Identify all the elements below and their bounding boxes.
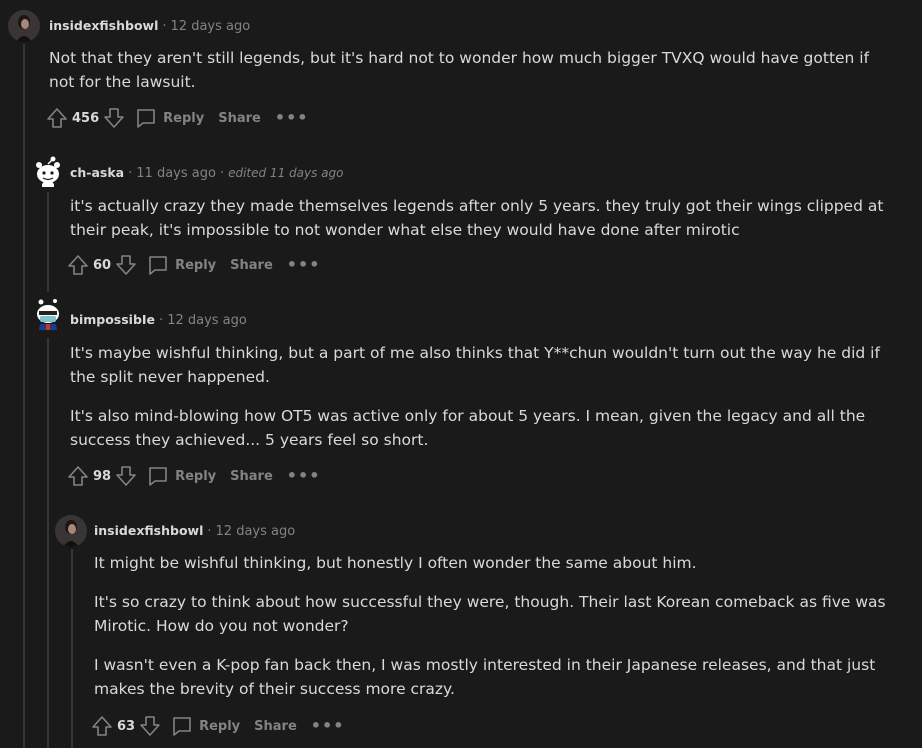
speech-bubble-icon [137,109,155,128]
upvote-icon[interactable] [46,107,68,129]
reply-label: Reply [163,110,205,126]
comment-paragraph: It's so crazy to think about how success… [94,593,886,635]
speech-bubble-icon [173,717,191,736]
separator: · [159,313,164,328]
comment-actions: 98 Reply Share ••• [67,463,320,489]
comment: insidexfishbowl · 12 days ago Not that the… [0,0,922,140]
author-name[interactable]: bimpossibIe [70,312,155,327]
comment-meta: bimpossibIe · 12 days ago [70,311,247,330]
comment-actions: 63 Reply Share ••• [91,713,344,739]
comment-paragraph: I wasn't even a K-pop fan back then, I w… [94,656,876,698]
reply-label: Reply [175,257,217,273]
timestamp[interactable]: 12 days ago [167,313,247,328]
separator: · [162,19,167,34]
avatar[interactable] [31,298,63,330]
avatar[interactable] [55,515,87,547]
author-name[interactable]: ch-aska [70,165,124,180]
share-button[interactable]: Share [230,469,273,484]
more-dots-icon[interactable]: ••• [275,110,309,126]
comment-body: It might be wishful thinking, but honest… [94,551,904,716]
comment-paragraph: Not that they aren't still legends, but … [49,49,870,91]
speech-bubble-icon [149,256,167,275]
edited-label: edited 11 days ago [228,166,344,180]
downvote-icon[interactable] [115,254,137,276]
separator: · [219,166,225,181]
comment-paragraph: It's also mind-blowing how OT5 was activ… [70,407,866,449]
downvote-icon[interactable] [115,465,137,487]
timestamp[interactable]: 11 days ago [136,166,216,181]
avatar[interactable] [8,10,40,42]
vote-score: 98 [93,468,112,484]
comment-actions: 456 Reply Share ••• [46,105,309,131]
downvote-icon[interactable] [139,715,161,737]
share-button[interactable]: Share [230,258,273,273]
comment: ch-aska · 11 days ago · edited 11 days ago i… [0,140,922,290]
separator: · [128,166,133,181]
upvote-icon[interactable] [67,254,89,276]
share-button[interactable]: Share [254,719,297,734]
upvote-icon[interactable] [91,715,113,737]
more-dots-icon[interactable]: ••• [287,468,321,484]
comment-body: It's maybe wishful thinking, but a part … [70,341,900,467]
reply-label: Reply [175,468,217,484]
comment-body: Not that they aren't still legends, but … [49,46,899,109]
comment-meta: insidexfishbowl · 12 days ago [94,522,295,541]
vote-score: 60 [93,257,112,273]
reply-button[interactable]: Reply [135,107,204,129]
more-dots-icon[interactable]: ••• [287,257,321,273]
comment: bimpossibIe · 12 days ago It's maybe wishf… [0,290,922,500]
timestamp[interactable]: 12 days ago [216,524,296,539]
speech-bubble-icon [149,467,167,486]
reply-label: Reply [199,718,241,734]
vote-score: 63 [117,718,136,734]
avatar[interactable] [31,155,63,187]
timestamp[interactable]: 12 days ago [171,19,251,34]
comment-paragraph: It's maybe wishful thinking, but a part … [70,344,880,386]
share-button[interactable]: Share [218,111,261,126]
vote-score: 456 [72,110,100,126]
downvote-icon[interactable] [103,107,125,129]
author-name[interactable]: insidexfishbowl [94,523,203,538]
comment-paragraph: It might be wishful thinking, but honest… [94,554,697,572]
reply-button[interactable]: Reply [147,465,216,487]
comment-actions: 60 Reply Share ••• [67,252,320,278]
upvote-icon[interactable] [67,465,89,487]
separator: · [207,524,212,539]
comment-thread: insidexfishbowl · 12 days ago Not that the… [0,0,922,748]
reply-button[interactable]: Reply [147,254,216,276]
comment: insidexfishbowl · 12 days ago It might be … [0,500,922,748]
comment-body: it's actually crazy they made themselves… [70,194,900,257]
reply-button[interactable]: Reply [171,715,240,737]
comment-paragraph: it's actually crazy they made themselves… [70,197,884,239]
comment-meta: insidexfishbowl · 12 days ago [49,17,250,36]
comment-meta: ch-aska · 11 days ago · edited 11 days ago [70,164,343,183]
more-dots-icon[interactable]: ••• [311,718,345,734]
author-name[interactable]: insidexfishbowl [49,18,158,33]
